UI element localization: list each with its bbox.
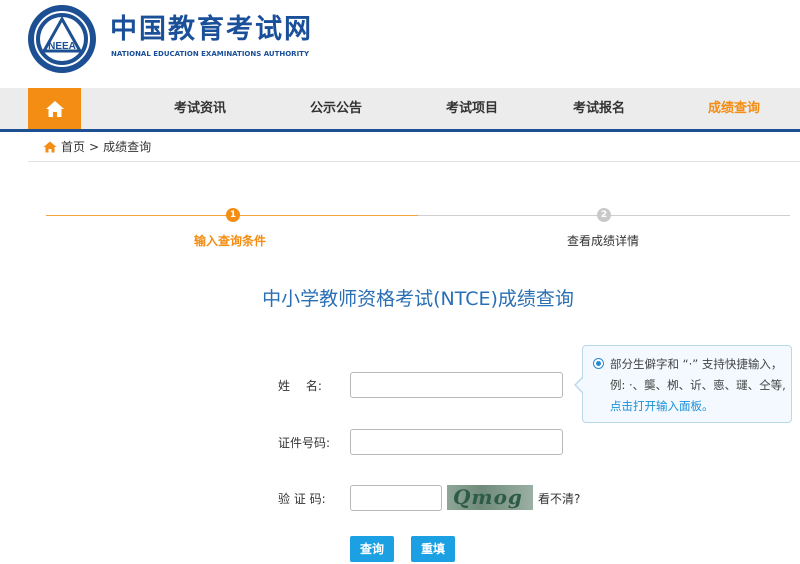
breadcrumb: 首页 > 成绩查询 [43, 139, 151, 155]
tip-text: 部分生僻字和 “·” 支持快捷输入，例: ·、龑、栁、䜣、㥁、璭、仝等, 点击打开… [610, 354, 786, 417]
breadcrumb-home-link[interactable]: 首页 [61, 139, 85, 155]
nav-underline [0, 129, 800, 132]
page-title: 中小学教师资格考试(NTCE)成绩查询 [262, 288, 574, 310]
captcha-input[interactable] [350, 485, 442, 511]
nav-item-registration[interactable]: 考试报名 [573, 88, 625, 129]
step-2-label: 查看成绩详情 [567, 234, 640, 248]
id-number-label: 证件号码: [278, 436, 331, 450]
breadcrumb-separator: > [89, 140, 100, 154]
captcha-label: 验 证 码: [278, 492, 326, 506]
breadcrumb-current: 成绩查询 [103, 140, 152, 154]
breadcrumb-home-icon [43, 141, 57, 153]
nav-item-score-query[interactable]: 成绩查询 [708, 88, 760, 129]
step-1-label: 输入查询条件 [194, 234, 267, 248]
main-nav: 考试资讯 公示公告 考试项目 考试报名 成绩查询 [0, 88, 800, 129]
id-number-input[interactable] [350, 429, 563, 455]
refresh-captcha-link[interactable]: 看不清? [538, 491, 580, 507]
nav-item-exam-news[interactable]: 考试资讯 [174, 88, 226, 129]
captcha-image[interactable]: Qmog [447, 485, 533, 510]
tip-description: 部分生僻字和 “·” 支持快捷输入，例: ·、龑、栁、䜣、㥁、璭、仝等, [610, 357, 786, 392]
home-icon [45, 100, 64, 117]
reset-button[interactable]: 重填 [411, 536, 455, 562]
step-1-marker: 1 [226, 208, 240, 222]
neea-logo[interactable]: NEEA [28, 5, 96, 73]
name-label: 姓 名: [278, 379, 322, 393]
name-input[interactable] [350, 372, 563, 398]
site-name-cn: 中国教育考试网 [110, 14, 313, 45]
logo-text: NEEA [48, 41, 76, 52]
site-header: NEEA 中国教育考试网 NATIONAL EDUCATION EXAMINAT… [0, 0, 800, 88]
breadcrumb-divider [28, 161, 800, 162]
site-name-en: NATIONAL EDUCATION EXAMINATIONS AUTHORIT… [111, 50, 310, 58]
nav-home-button[interactable] [28, 88, 81, 129]
nav-item-announcements[interactable]: 公示公告 [310, 88, 362, 129]
open-input-panel-link[interactable]: 点击打开输入面板。 [610, 399, 714, 413]
step-2-marker: 2 [597, 208, 611, 222]
neea-emblem-icon: NEEA [29, 6, 95, 72]
captcha-text: Qmog [453, 485, 523, 509]
nav-item-exam-projects[interactable]: 考试项目 [446, 88, 498, 129]
tip-bullet-icon [593, 358, 604, 369]
input-tip-box: 部分生僻字和 “·” 支持快捷输入，例: ·、龑、栁、䜣、㥁、璭、仝等, 点击打开… [582, 345, 792, 423]
tip-arrow-inner [576, 377, 584, 393]
query-button[interactable]: 查询 [350, 536, 394, 562]
